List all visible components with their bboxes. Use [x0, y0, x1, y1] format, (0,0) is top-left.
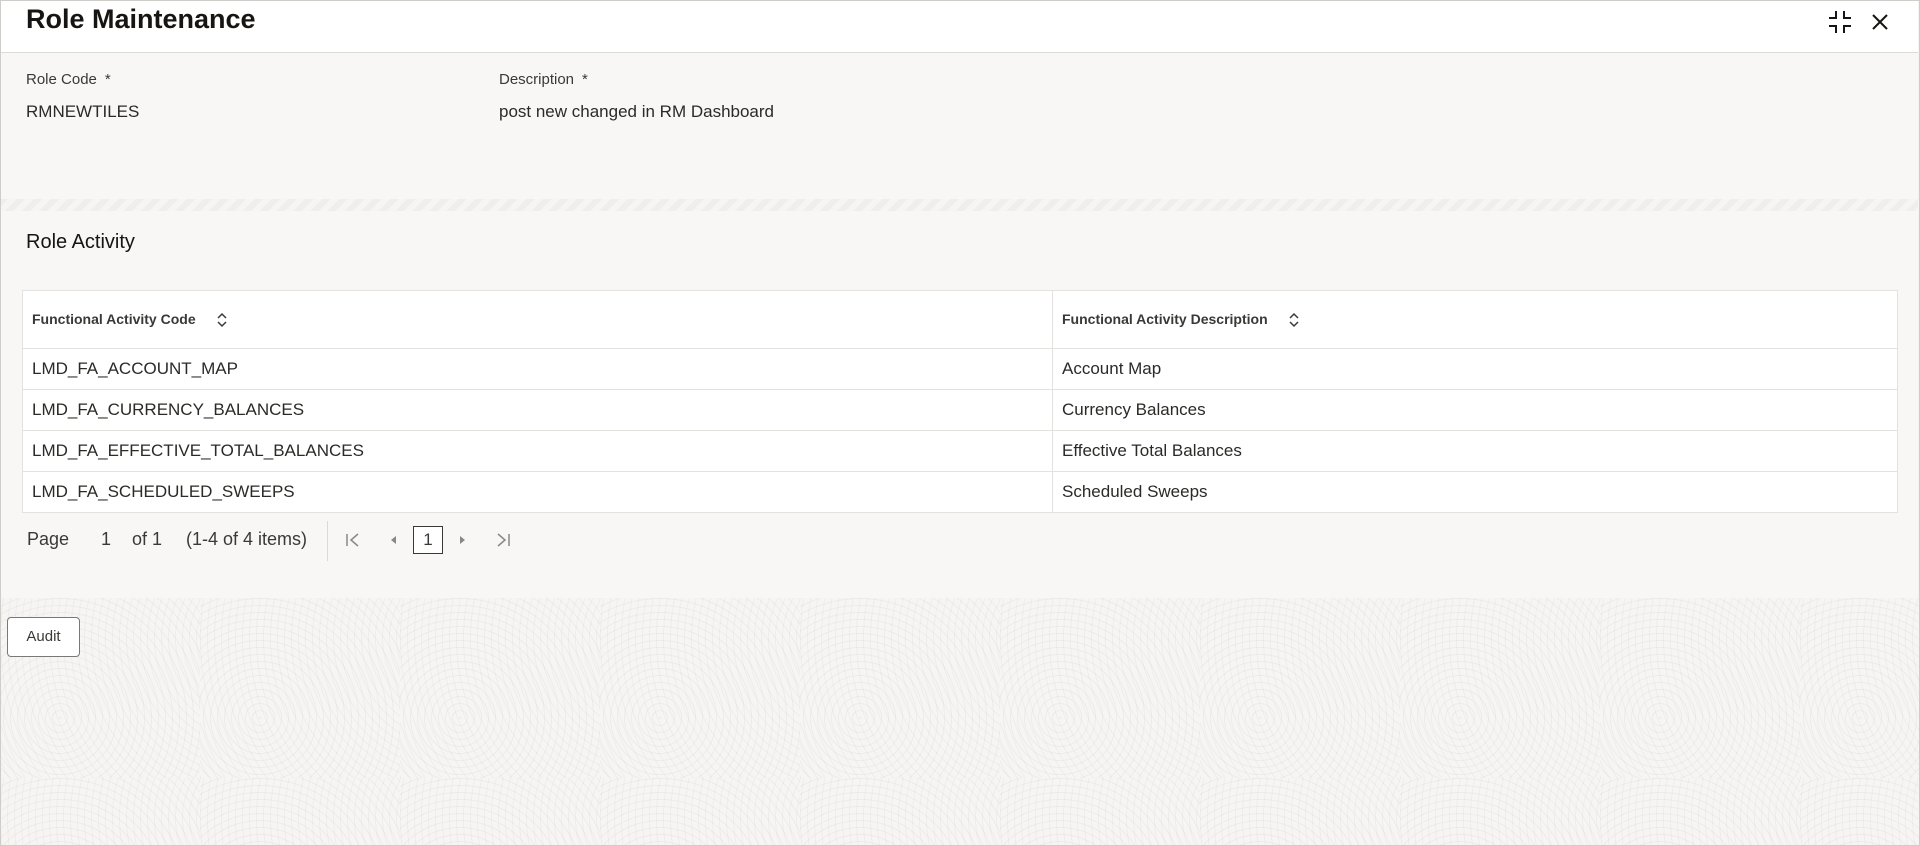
- table-row[interactable]: LMD_FA_ACCOUNT_MAP Account Map: [22, 348, 1898, 390]
- next-page-icon[interactable]: [457, 531, 469, 549]
- dialog-header: Role Maintenance: [0, 0, 1918, 53]
- description-value: post new changed in RM Dashboard: [499, 102, 774, 121]
- minimize-button[interactable]: [1826, 8, 1854, 36]
- sort-icon[interactable]: [216, 312, 228, 328]
- audit-button[interactable]: Audit: [7, 617, 80, 657]
- page-title: Role Maintenance: [26, 4, 256, 34]
- role-form: Role Code * RMNEWTILES Description * post …: [0, 53, 1918, 199]
- role-code-value: RMNEWTILES: [26, 102, 140, 121]
- page-input[interactable]: 1: [101, 529, 111, 550]
- previous-page-icon[interactable]: [387, 531, 399, 549]
- column-header-code[interactable]: Functional Activity Code: [22, 290, 1053, 349]
- pager-divider: [327, 521, 328, 561]
- table-cell: Effective Total Balances: [1052, 430, 1898, 472]
- table-row[interactable]: LMD_FA_EFFECTIVE_TOTAL_BALANCES Effectiv…: [22, 430, 1898, 472]
- table-cell: Account Map: [1052, 348, 1898, 390]
- table-cell: Currency Balances: [1052, 389, 1898, 431]
- first-page-icon[interactable]: [345, 531, 361, 549]
- section-title: Role Activity: [26, 231, 135, 253]
- table-cell: LMD_FA_ACCOUNT_MAP: [22, 348, 1053, 390]
- table-cell: LMD_FA_EFFECTIVE_TOTAL_BALANCES: [22, 430, 1053, 472]
- page-count: of 1: [132, 529, 163, 549]
- last-page-icon[interactable]: [495, 531, 511, 549]
- table-row[interactable]: LMD_FA_SCHEDULED_SWEEPS Scheduled Sweeps: [23, 471, 1898, 513]
- table-row[interactable]: LMD_FA_CURRENCY_BALANCES Currency Balanc…: [22, 389, 1898, 431]
- role-code-label: Role Code *: [26, 71, 111, 88]
- close-icon: [1872, 14, 1888, 30]
- page-label: Page: [27, 529, 70, 549]
- minimize-icon: [1829, 11, 1851, 33]
- table-cell: Scheduled Sweeps: [1052, 471, 1898, 513]
- table-cell: LMD_FA_SCHEDULED_SWEEPS: [32, 482, 295, 501]
- required-mark: *: [104, 71, 111, 88]
- table-header-row: Functional Activity Code Functional Acti…: [22, 290, 1898, 349]
- role-activity-section: Role Activity Functional Activity Code F…: [0, 211, 1918, 598]
- table-cell: LMD_FA_CURRENCY_BALANCES: [22, 389, 1053, 431]
- column-header-description[interactable]: Functional Activity Description: [1052, 290, 1898, 349]
- role-activity-table: Functional Activity Code Functional Acti…: [22, 290, 1898, 513]
- current-page-button[interactable]: 1: [413, 526, 443, 554]
- sort-icon[interactable]: [1288, 312, 1300, 328]
- required-mark: *: [582, 71, 588, 88]
- description-label: Description *: [499, 71, 588, 88]
- close-button[interactable]: [1866, 8, 1894, 36]
- items-range: (1-4 of 4 items): [186, 529, 308, 549]
- section-divider: [0, 199, 1918, 211]
- background-pattern: [0, 598, 1920, 846]
